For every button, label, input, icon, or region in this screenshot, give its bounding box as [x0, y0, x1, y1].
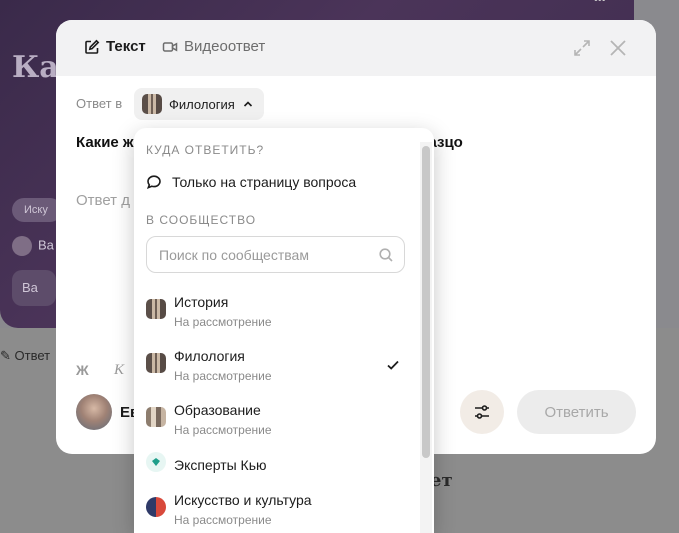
community-item-status: На рассмотрение	[174, 513, 272, 527]
community-item-philology[interactable]: Филология На рассмотрение	[134, 344, 420, 390]
section-where-to-answer: КУДА ОТВЕТИТЬ?	[146, 143, 265, 157]
community-item-status: На рассмотрение	[174, 423, 272, 437]
community-select[interactable]: Филология	[134, 88, 264, 120]
tab-text[interactable]: Текст	[84, 38, 146, 55]
background-user-name: Ва	[38, 237, 54, 253]
chevron-up-icon	[243, 101, 252, 107]
expand-icon[interactable]	[572, 38, 592, 58]
dropdown-scrollbar-thumb[interactable]	[422, 146, 430, 458]
italic-button[interactable]: К	[114, 362, 124, 379]
question-page-only-option[interactable]: Только на страницу вопроса	[146, 174, 356, 190]
section-to-community: В СООБЩЕСТВО	[146, 213, 257, 227]
submit-answer-button[interactable]: Ответить	[517, 390, 636, 434]
community-item-art[interactable]: Искусство и культура На рассмотрение	[134, 488, 420, 533]
edit-icon	[85, 39, 100, 54]
education-community-icon	[146, 407, 166, 427]
art-community-icon	[146, 497, 166, 517]
community-item-status: На рассмотрение	[174, 369, 272, 383]
reply-to-label: Ответ в	[76, 96, 123, 111]
community-item-name: История	[174, 294, 229, 310]
background-card: Ва	[12, 270, 56, 306]
community-item-name: Эксперты Кью	[174, 457, 267, 473]
bold-button[interactable]: Ж	[76, 362, 89, 378]
background-user: Ва	[12, 236, 54, 256]
background-answer-label: Ответ	[14, 348, 51, 363]
background-answer-button: ✎ Ответ	[0, 348, 50, 364]
experts-diamond-icon	[152, 458, 160, 466]
community-item-name: Искусство и культура	[174, 492, 312, 508]
community-item-history[interactable]: История На рассмотрение	[134, 290, 420, 336]
history-community-icon	[146, 299, 166, 319]
checkmark-icon	[387, 360, 399, 370]
philology-community-icon	[142, 94, 162, 114]
close-icon[interactable]	[608, 38, 628, 58]
tab-text-label: Текст	[106, 38, 146, 55]
settings-button[interactable]	[460, 390, 504, 434]
background-user-avatar	[12, 236, 32, 256]
search-icon	[379, 248, 393, 262]
question-page-only-label: Только на страницу вопроса	[172, 174, 357, 190]
author-avatar	[76, 394, 112, 430]
background-edit-icon: ✎	[0, 348, 15, 363]
experts-community-icon	[146, 452, 166, 472]
tab-video[interactable]: Видеоответ	[162, 38, 265, 55]
background-tag: Иску	[12, 198, 62, 222]
background-more-icon: •••	[594, 0, 606, 6]
modal-header: Текст Видеоответ	[56, 20, 656, 76]
speech-bubble-icon	[146, 175, 161, 190]
community-select-value: Филология	[169, 96, 235, 112]
sliders-icon	[475, 405, 489, 419]
community-search	[146, 236, 405, 273]
community-item-status: На рассмотрение	[174, 315, 272, 329]
video-camera-icon	[162, 41, 178, 52]
philology-community-icon	[146, 353, 166, 373]
community-item-name: Образование	[174, 402, 261, 418]
community-item-experts[interactable]: Эксперты Кью	[134, 443, 420, 489]
community-item-education[interactable]: Образование На рассмотрение	[134, 398, 420, 444]
community-item-name: Филология	[174, 348, 245, 364]
community-search-input[interactable]	[159, 237, 369, 272]
tab-video-label: Видеоответ	[184, 38, 266, 55]
community-dropdown: КУДА ОТВЕТИТЬ? Только на страницу вопрос…	[134, 128, 434, 533]
